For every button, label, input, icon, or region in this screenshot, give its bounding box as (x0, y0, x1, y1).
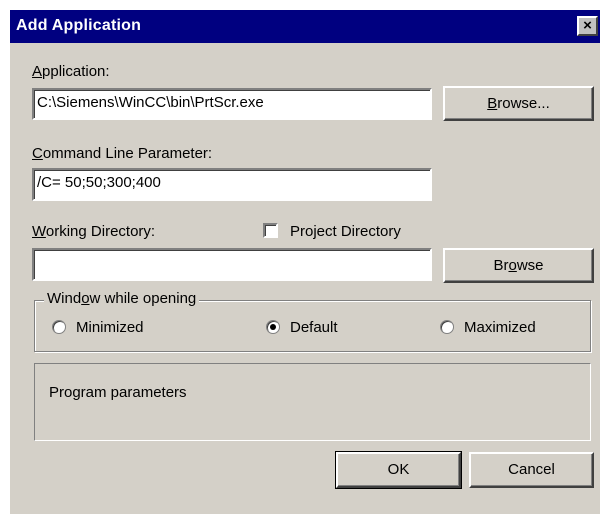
project-directory-label[interactable]: Project Directory (290, 223, 401, 240)
working-directory-label-text: orking Directory: (45, 223, 156, 240)
dialog-body: Application: C:\Siemens\WinCC\bin\PrtScr… (10, 43, 600, 514)
application-browse-text: rowse... (497, 95, 550, 112)
close-button[interactable]: × (577, 16, 598, 36)
close-icon: × (583, 17, 592, 34)
program-parameters-panel: Program parameters (34, 363, 591, 441)
ok-button[interactable]: OK (335, 451, 462, 489)
command-line-value: /C= 50;50;300;400 (37, 174, 161, 191)
cancel-button-label: Cancel (508, 461, 555, 478)
window-mode-legend-pre: Wind (47, 290, 82, 307)
cancel-button[interactable]: Cancel (469, 452, 594, 488)
window-mode-legend-rest: w while opening (89, 290, 197, 307)
working-directory-label: Working Directory: (32, 223, 155, 240)
working-directory-browse-button[interactable]: Browse (443, 248, 594, 283)
ok-button-label: OK (387, 461, 410, 478)
add-application-dialog: Add Application × Application: C:\Siemen… (0, 0, 607, 514)
application-path-value: C:\Siemens\WinCC\bin\PrtScr.exe (37, 94, 264, 111)
program-parameters-text: Program parameters (49, 384, 187, 401)
title-bar[interactable]: Add Application × (10, 10, 600, 43)
application-browse-hotkey: B (487, 95, 498, 112)
command-line-label: Command Line Parameter: (32, 145, 212, 162)
project-directory-checkbox[interactable] (263, 223, 278, 238)
radio-minimized[interactable] (52, 320, 66, 334)
application-label: Application: (32, 63, 110, 80)
working-directory-browse-text: wse (516, 257, 544, 274)
working-directory-label-hotkey: W (32, 223, 46, 240)
radio-maximized-label[interactable]: Maximized (464, 319, 536, 336)
working-directory-browse-hotkey: o (508, 257, 517, 274)
application-label-text: pplication: (42, 63, 110, 80)
working-directory-field[interactable] (32, 248, 432, 281)
radio-minimized-label[interactable]: Minimized (76, 319, 144, 336)
window-title: Add Application (16, 17, 142, 34)
application-label-hotkey: A (32, 63, 43, 80)
radio-default-label[interactable]: Default (290, 319, 338, 336)
application-path-field[interactable]: C:\Siemens\WinCC\bin\PrtScr.exe (32, 88, 432, 120)
window-mode-legend-hotkey: o (81, 290, 90, 307)
window-mode-group-legend: Window while opening (44, 290, 200, 307)
radio-maximized[interactable] (440, 320, 454, 334)
radio-default[interactable] (266, 320, 280, 334)
application-browse-button[interactable]: Browse... (443, 86, 594, 121)
command-line-field[interactable]: /C= 50;50;300;400 (32, 168, 432, 201)
radio-selected-dot (270, 324, 276, 330)
working-directory-browse-text-pre: Br (493, 257, 509, 274)
command-line-label-hotkey: C (32, 145, 43, 162)
command-line-label-text: ommand Line Parameter: (42, 145, 213, 162)
